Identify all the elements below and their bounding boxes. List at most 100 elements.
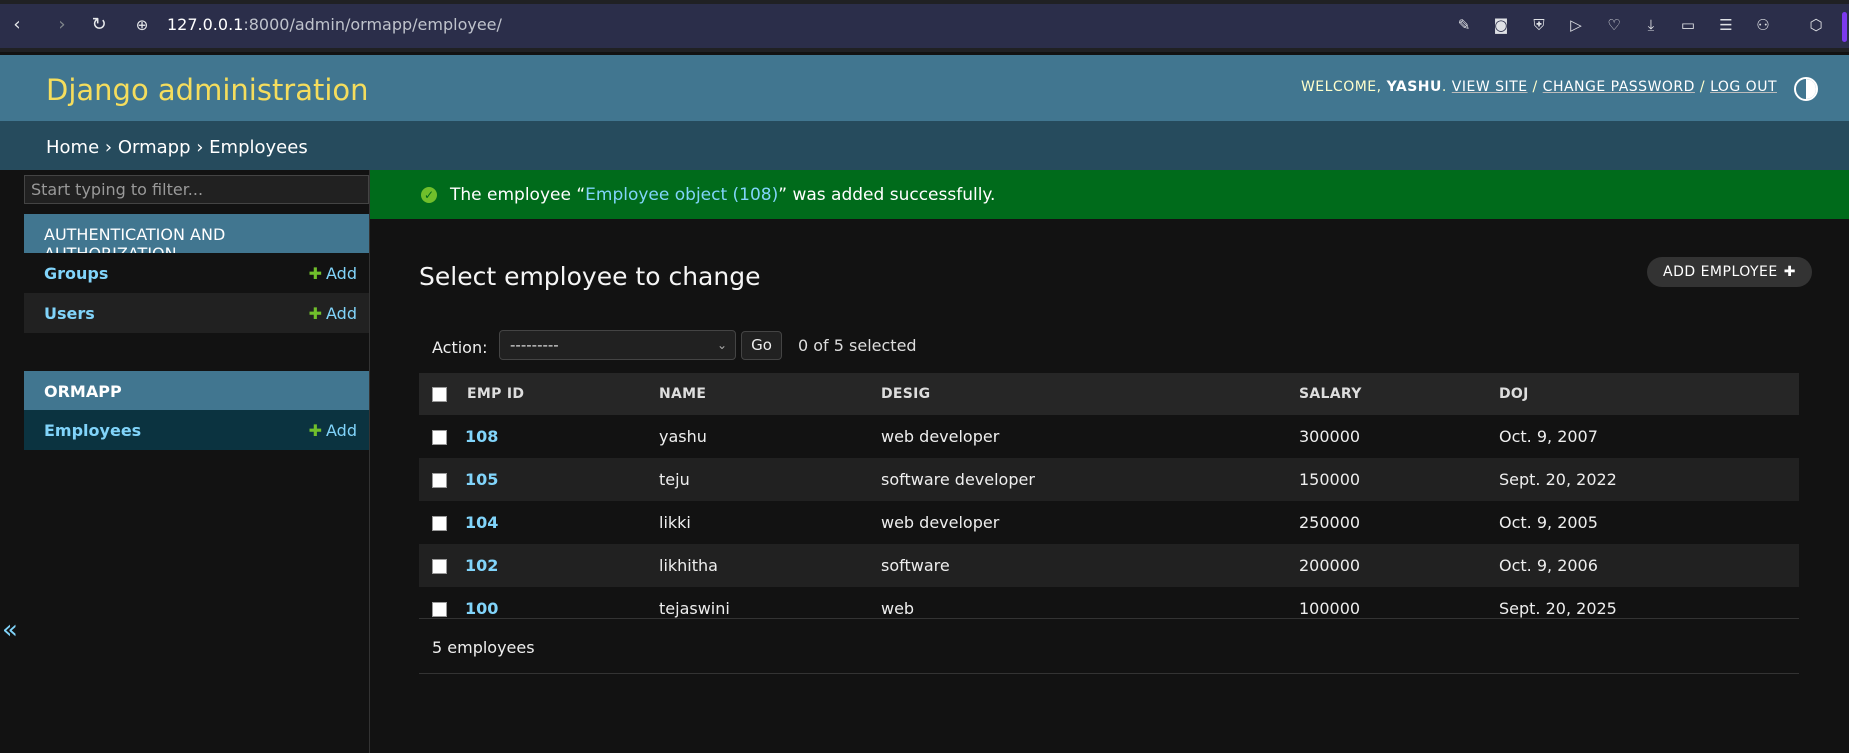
add-employee-label: ADD EMPLOYEE	[1663, 264, 1778, 280]
cell-desig: web developer	[881, 513, 1000, 532]
breadcrumb-home[interactable]: Home	[46, 137, 99, 158]
admin-header: Django administration WELCOME, YASHU. VI…	[0, 55, 1849, 121]
go-button[interactable]: Go	[741, 331, 782, 360]
plus-icon: ✚	[308, 421, 323, 440]
cell-name: likki	[659, 513, 691, 532]
site-info-icon[interactable]: ⊕	[131, 14, 153, 36]
forward-icon[interactable]: ›	[51, 14, 73, 36]
sidebar-item-label[interactable]: Employees	[44, 421, 141, 440]
theme-toggle-icon[interactable]	[1794, 77, 1818, 101]
page-title: Select employee to change	[419, 262, 761, 291]
sidebar-item-label[interactable]: Groups	[44, 264, 108, 283]
row-checkbox[interactable]	[432, 430, 447, 445]
url-host: 127.0.0.1	[167, 15, 244, 34]
change-password-link[interactable]: CHANGE PASSWORD	[1543, 79, 1695, 95]
profile-icon[interactable]: ⚇	[1753, 15, 1773, 35]
battery-icon[interactable]: ▭	[1678, 15, 1698, 35]
check-icon: ✓	[421, 187, 437, 203]
message-object-link[interactable]: Employee object (108)	[585, 185, 778, 205]
url-path: :8000/admin/ormapp/employee/	[243, 15, 502, 34]
chevron-down-icon: ⌄	[716, 338, 727, 352]
column-header-desig[interactable]: DESIG	[880, 373, 1298, 415]
emp-id-link[interactable]: 105	[461, 458, 658, 501]
breadcrumb-current: Employees	[209, 137, 308, 158]
row-checkbox-cell	[419, 415, 461, 458]
selected-count: 0 of 5 selected	[798, 336, 917, 355]
column-header-doj[interactable]: DOJ	[1498, 373, 1799, 415]
site-brand[interactable]: Django administration	[46, 73, 369, 107]
cell-doj: Oct. 9, 2007	[1499, 427, 1598, 446]
cell-desig: software	[880, 544, 1298, 587]
sidebar-item-groups: Groups ✚ Add	[24, 253, 369, 293]
plus-icon: ✚	[308, 264, 323, 283]
result-count: 5 employees	[432, 638, 535, 657]
action-select[interactable]: --------- ⌄	[499, 330, 736, 360]
nav-filter-input[interactable]: Start typing to filter...	[24, 175, 369, 204]
row-checkbox[interactable]	[432, 559, 447, 574]
row-checkbox[interactable]	[432, 473, 447, 488]
log-out-link[interactable]: LOG OUT	[1710, 79, 1777, 95]
column-header-salary[interactable]: SALARY	[1298, 373, 1498, 415]
add-user-link[interactable]: ✚ Add	[309, 304, 357, 323]
shield-icon[interactable]: ⛨	[1529, 15, 1549, 35]
breadcrumb-sep: ›	[104, 137, 113, 158]
sidebar-item-employees: Employees ✚ Add	[24, 410, 369, 450]
add-employee-link[interactable]: ✚ Add	[309, 421, 357, 440]
nav-sidebar: Start typing to filter... AUTHENTICATION…	[24, 170, 370, 753]
actions-bar: Action: --------- ⌄ Go 0 of 5 selected	[419, 326, 1799, 370]
row-checkbox-cell	[419, 458, 461, 501]
cell-doj: Oct. 9, 2006	[1498, 544, 1799, 587]
download-icon[interactable]: ⤓	[1641, 15, 1661, 35]
heart-icon[interactable]: ♡	[1604, 15, 1624, 35]
play-icon[interactable]: ▷	[1566, 15, 1586, 35]
row-checkbox[interactable]	[432, 602, 447, 617]
table-header-row: EMP ID NAME DESIG SALARY DOJ	[419, 373, 1799, 415]
action-label: Action:	[432, 338, 488, 357]
select-all-header	[419, 373, 461, 415]
breadcrumb-sep: ›	[196, 137, 204, 158]
address-bar[interactable]: 127.0.0.1:8000/admin/ormapp/employee/	[167, 15, 502, 34]
module-caption-auth[interactable]: AUTHENTICATION AND AUTHORIZATION	[24, 214, 369, 263]
camera-icon[interactable]: ◙	[1491, 15, 1511, 35]
cell-doj: Oct. 9, 2005	[1499, 513, 1598, 532]
separator: /	[1532, 79, 1538, 95]
add-group-link[interactable]: ✚ Add	[309, 264, 357, 283]
success-message: ✓ The employee “Employee object (108)” w…	[370, 170, 1849, 219]
column-header-name[interactable]: NAME	[658, 373, 880, 415]
sidebar-item-label[interactable]: Users	[44, 304, 95, 323]
view-site-link[interactable]: VIEW SITE	[1452, 79, 1528, 95]
sidebar-indicator	[1842, 12, 1847, 42]
reload-icon[interactable]: ↻	[88, 14, 110, 36]
cell-name: teju	[658, 458, 880, 501]
plus-icon: ✚	[1783, 264, 1796, 280]
cell-desig: software developer	[880, 458, 1298, 501]
browser-toolbar: ‹ › ↻ ⊕ 127.0.0.1:8000/admin/ormapp/empl…	[0, 0, 1849, 52]
action-select-value: ---------	[510, 336, 559, 354]
cell-salary: 250000	[1299, 513, 1361, 532]
back-icon[interactable]: ‹	[6, 14, 28, 36]
collapse-sidebar-icon[interactable]: «	[2, 615, 18, 645]
cell-salary: 200000	[1298, 544, 1498, 587]
add-employee-button[interactable]: ADD EMPLOYEE ✚	[1647, 257, 1812, 287]
emp-id-link[interactable]: 108	[461, 415, 658, 458]
table-row: 105 teju software developer 150000 Sept.…	[419, 458, 1799, 501]
select-all-checkbox[interactable]	[432, 386, 447, 402]
cell-salary: 150000	[1298, 458, 1498, 501]
welcome-text: WELCOME,	[1300, 79, 1382, 95]
emp-id-link[interactable]: 102	[461, 544, 658, 587]
settings-sliders-icon[interactable]: ☰	[1716, 15, 1736, 35]
table-row: 102 likhitha software 200000 Oct. 9, 200…	[419, 544, 1799, 587]
paginator: 5 employees	[419, 618, 1799, 674]
column-header-emp-id[interactable]: EMP ID	[461, 373, 658, 415]
plus-icon: ✚	[308, 304, 323, 323]
results-table: EMP ID NAME DESIG SALARY DOJ 108 yashu w…	[419, 373, 1799, 630]
cell-desig: web developer	[881, 427, 1000, 446]
breadcrumb-app[interactable]: Ormapp	[118, 137, 191, 158]
module-caption-ormapp[interactable]: ORMAPP	[24, 371, 369, 410]
cube-icon[interactable]: ⬡	[1806, 15, 1826, 35]
row-checkbox[interactable]	[432, 516, 447, 531]
user-tools: WELCOME, YASHU. VIEW SITE / CHANGE PASSW…	[1300, 79, 1777, 95]
edit-icon[interactable]: ✎	[1454, 15, 1474, 35]
separator: /	[1699, 79, 1706, 95]
emp-id-link[interactable]: 104	[461, 501, 658, 544]
